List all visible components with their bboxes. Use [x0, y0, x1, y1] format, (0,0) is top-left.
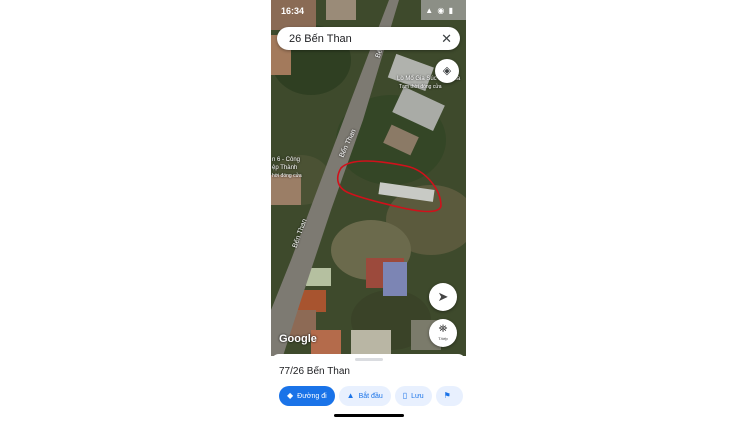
home-indicator [334, 414, 404, 417]
place-bottom-sheet[interactable]: 77/26 Bến Than ◆ Đường đi ▲ Bắt đầu ▯ Lưu ⚑ [271, 354, 466, 422]
sheet-drag-handle[interactable] [355, 358, 383, 361]
search-query[interactable]: 26 Bến Than [289, 33, 352, 45]
poi-label[interactable]: n 6 - Công [272, 157, 300, 163]
navigation-arrow-icon: ➤ [437, 289, 449, 304]
layers-icon: ◈ [442, 65, 452, 77]
street-view-label: T.tiếp [438, 336, 448, 341]
directions-button[interactable]: ◆ Đường đi [279, 386, 335, 406]
status-indicators-icon: ▲ ◉ ▮ [425, 6, 454, 15]
action-chips: ◆ Đường đi ▲ Bắt đầu ▯ Lưu ⚑ [279, 386, 466, 406]
street-view-button[interactable]: ⛯ T.tiếp [429, 319, 457, 347]
my-location-button[interactable]: ➤ [429, 283, 457, 311]
phone-screen: Bến Than Bến Than Bến Than Lò Mổ Gia Súc… [271, 0, 466, 422]
close-icon[interactable]: ✕ [441, 31, 452, 47]
street-view-icon: ⛯ [438, 323, 448, 335]
status-time: 16:34 [281, 6, 305, 16]
more-actions-button[interactable]: ⚑ [435, 386, 463, 406]
flag-icon: ⚑ [443, 391, 451, 400]
layers-button[interactable]: ◈ [435, 59, 459, 83]
start-label: Bắt đầu [358, 393, 383, 400]
navigation-arrow-icon: ▲ [346, 391, 355, 400]
directions-label: Đường đi [297, 393, 327, 400]
satellite-map[interactable]: Bến Than Bến Than Bến Than Lò Mổ Gia Súc… [271, 0, 466, 356]
poi-status: Tạm thời đóng cửa [399, 84, 442, 90]
save-button[interactable]: ▯ Lưu [394, 386, 432, 406]
bookmark-icon: ▯ [402, 391, 408, 400]
directions-icon: ◆ [287, 391, 294, 400]
status-bar: 16:34 ▲ ◉ ▮ [271, 0, 466, 22]
start-button[interactable]: ▲ Bắt đầu [338, 386, 391, 406]
poi-label[interactable]: ệp Thành [272, 165, 297, 171]
google-logo: Google [279, 333, 317, 345]
search-bar[interactable]: 26 Bến Than ✕ [277, 27, 460, 50]
save-label: Lưu [411, 393, 424, 400]
place-title: 77/26 Bến Than [279, 366, 350, 377]
poi-status: hời đóng cửa [272, 173, 302, 179]
